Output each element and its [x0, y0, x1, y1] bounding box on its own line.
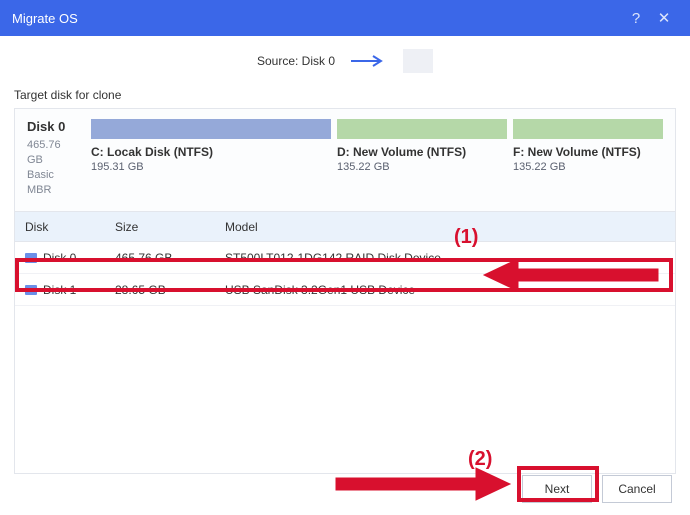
cell-disk: Disk 1 [43, 283, 76, 297]
disk-icon [25, 253, 37, 263]
source-row: Source: Disk 0 [0, 36, 690, 86]
disk-meta: Disk 0 465.76 GB Basic MBR [27, 119, 77, 197]
disk-type: Basic MBR [27, 168, 77, 198]
section-caption: Target disk for clone [14, 88, 676, 102]
partition-bars [91, 119, 663, 139]
partition-label-f: F: New Volume (NTFS) 135.22 GB [513, 145, 663, 173]
col-header-size[interactable]: Size [115, 220, 225, 234]
cell-disk: Disk 0 [43, 251, 76, 265]
disk-icon [25, 285, 37, 295]
partition-bar-d[interactable] [337, 119, 507, 139]
col-header-model[interactable]: Model [225, 220, 675, 234]
table-row[interactable]: Disk 0 465.76 GB ST500LT012-1DG142 RAID … [15, 242, 675, 274]
table-header-row: Disk Size Model [15, 212, 675, 242]
next-button[interactable]: Next [522, 475, 592, 503]
partition-bar-c[interactable] [91, 119, 331, 139]
source-label: Source: Disk 0 [257, 54, 335, 68]
cancel-button[interactable]: Cancel [602, 475, 672, 503]
cell-model: ST500LT012-1DG142 RAID Disk Device [225, 251, 675, 265]
disk-table: Disk Size Model Disk 0 465.76 GB ST500LT… [14, 212, 676, 474]
arrow-right-icon [349, 54, 389, 68]
partition-c-size: 195.31 GB [91, 161, 331, 173]
table-row[interactable]: Disk 1 28.65 GB USB SanDisk 3.2Gen1 USB … [15, 274, 675, 306]
partition-label-c: C: Locak Disk (NTFS) 195.31 GB [91, 145, 331, 173]
partition-label-d: D: New Volume (NTFS) 135.22 GB [337, 145, 507, 173]
cell-size: 28.65 GB [115, 283, 225, 297]
source-target-placeholder [403, 49, 433, 73]
window-title: Migrate OS [12, 11, 622, 26]
help-icon[interactable]: ? [622, 10, 650, 27]
footer: Next Cancel [0, 475, 690, 503]
cell-size: 465.76 GB [115, 251, 225, 265]
partition-d-name: D: New Volume (NTFS) [337, 145, 507, 159]
disk-overview-panel: Disk 0 465.76 GB Basic MBR C: Locak Disk… [14, 108, 676, 212]
partition-d-size: 135.22 GB [337, 161, 507, 173]
partition-f-name: F: New Volume (NTFS) [513, 145, 663, 159]
disk-name: Disk 0 [27, 119, 77, 134]
close-icon[interactable]: ✕ [650, 9, 678, 27]
cell-model: USB SanDisk 3.2Gen1 USB Device [225, 283, 675, 297]
titlebar: Migrate OS ? ✕ [0, 0, 690, 36]
col-header-disk[interactable]: Disk [15, 220, 115, 234]
partition-c-name: C: Locak Disk (NTFS) [91, 145, 331, 159]
partition-bar-f[interactable] [513, 119, 663, 139]
partition-f-size: 135.22 GB [513, 161, 663, 173]
disk-capacity: 465.76 GB [27, 138, 77, 168]
